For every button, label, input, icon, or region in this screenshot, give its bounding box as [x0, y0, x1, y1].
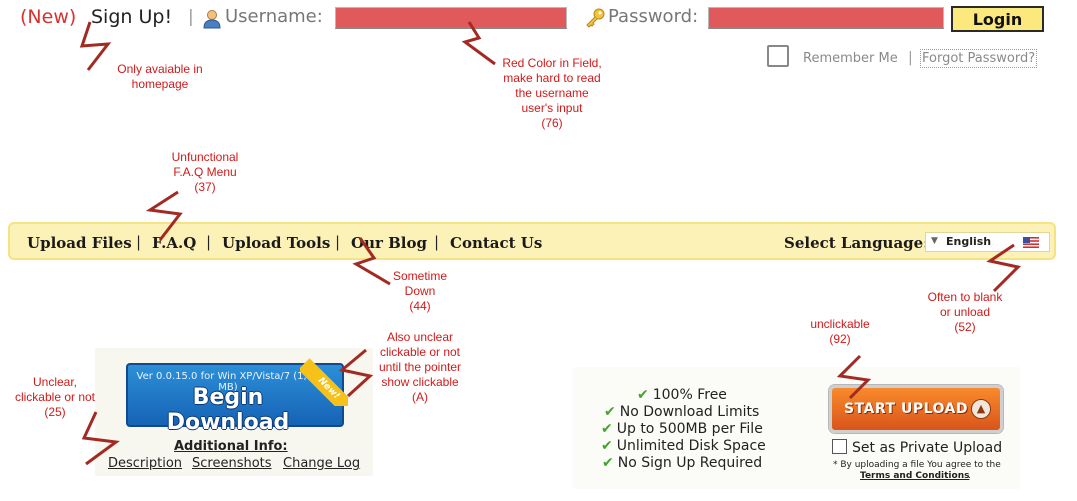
annotation-red-field: Red Color in Field, make hard to read the … — [502, 56, 602, 130]
feature-item: ✔ No Sign Up Required — [602, 455, 763, 471]
nav-separator: | — [434, 233, 440, 251]
change-log-link[interactable]: Change Log — [283, 456, 360, 471]
annotation-arrow — [461, 21, 496, 66]
user-icon — [203, 10, 221, 29]
nav-item-upload-tools[interactable]: Upload Tools — [222, 234, 330, 252]
feature-item: ✔ 100% Free — [637, 387, 727, 403]
annotation-upload: unclickable (92) — [810, 317, 870, 346]
annotation-arrow — [986, 243, 1022, 293]
nav-separator: | — [335, 233, 341, 251]
remember-me-label: Remember Me — [803, 51, 898, 66]
language-value: English — [946, 235, 992, 248]
annotation-arrow — [81, 411, 120, 466]
username-label: Username: — [225, 6, 323, 27]
start-upload-label: START UPLOAD — [844, 401, 968, 417]
annotation-signup: Only avaiable in homepage — [117, 62, 203, 91]
private-upload-checkbox[interactable] — [832, 439, 847, 454]
remember-me-checkbox[interactable] — [767, 45, 789, 67]
header-separator: | — [908, 50, 913, 66]
nav-item-upload-files[interactable]: Upload Files — [27, 234, 132, 252]
annotation-arrow — [836, 354, 872, 400]
password-label: Password: — [608, 6, 699, 27]
nav-separator: | — [206, 233, 212, 251]
screenshots-link[interactable]: Screenshots — [192, 456, 272, 471]
annotation-arrow — [352, 237, 391, 286]
new-tag: (New) — [20, 6, 77, 28]
feature-item: ✔ Unlimited Disk Space — [601, 438, 766, 454]
check-icon: ✔ — [637, 387, 649, 403]
begin-download-label: Begin Download — [166, 385, 290, 435]
annotation-language: Often to blank or unload (52) — [927, 290, 1003, 334]
check-icon: ✔ — [602, 455, 614, 471]
terms-link[interactable]: Terms and Conditions — [860, 471, 969, 481]
key-icon — [586, 8, 605, 28]
username-input[interactable] — [335, 7, 567, 29]
dropdown-arrow-icon: ▼ — [931, 236, 938, 246]
header-separator: | — [188, 7, 194, 27]
forgot-password-link[interactable]: Forgot Password? — [920, 49, 1038, 68]
select-language-label: Select Language: — [784, 234, 929, 252]
terms-notice: * By uploading a file You agree to the — [833, 460, 1001, 470]
annotation-arrow — [79, 21, 112, 71]
feature-item: ✔ No Download Limits — [604, 404, 760, 420]
login-button[interactable]: Login — [951, 6, 1044, 32]
check-icon: ✔ — [601, 438, 613, 454]
check-icon: ✔ — [601, 421, 613, 437]
us-flag-icon — [1023, 237, 1039, 248]
terms-period: . — [968, 471, 971, 481]
password-input[interactable] — [708, 7, 944, 29]
check-icon: ✔ — [604, 404, 616, 420]
annotation-arrow — [145, 190, 183, 241]
upload-arrow-icon: ▲ — [971, 399, 991, 419]
nav-item-contact-us[interactable]: Contact Us — [450, 234, 542, 252]
additional-info-heading: Additional Info: — [174, 439, 288, 454]
private-upload-label: Set as Private Upload — [852, 440, 1003, 456]
nav-separator: | — [136, 233, 142, 251]
annotation-arrow — [338, 348, 374, 398]
annotation-download-button: Also unclear clickable or not until the po… — [378, 330, 462, 404]
feature-item: ✔ Up to 500MB per File — [601, 421, 763, 437]
annotation-faq: Unfunctional F.A.Q Menu (37) — [171, 150, 239, 194]
